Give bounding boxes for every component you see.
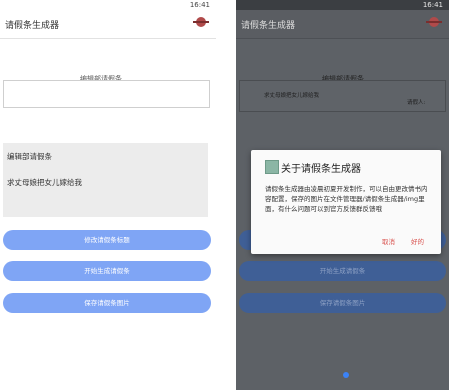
preview-line: 求丈母娘把女儿嫁给我 [264,93,320,99]
cancel-button[interactable]: 取消 [382,236,395,246]
status-bar: 16:41 [0,0,216,10]
title-input[interactable] [3,80,210,108]
dialog-title: 关于请假条生成器 [281,164,361,175]
bug-icon[interactable] [193,17,209,27]
preview-signature: 请假人: [407,100,426,106]
preview-card: 编辑部请假条 求丈母娘把女儿嫁给我 [3,143,208,217]
status-time: 16:41 [422,1,443,9]
app-title: 请假条生成器 [5,21,60,31]
app-bar: 请假条生成器 [236,10,449,39]
ok-button[interactable]: 好的 [411,236,424,246]
modify-title-button[interactable]: 修改请假条标题 [3,230,211,250]
about-dialog: 关于请假条生成器 请假条生成器由凌晨初夏开发制作，可以自由更改情书内容配置，保存… [251,150,441,254]
dialog-message: 请假条生成器由凌晨初夏开发制作，可以自由更改情书内容配置，保存的图片在文件管理器… [265,185,428,213]
generate-button[interactable]: 开始生成请假条 [3,261,211,281]
bug-icon[interactable] [426,17,442,27]
left-screen: 16:41 请假条生成器 编辑部请假条 编辑部请假条 求丈母娘把女儿嫁给我 修改… [0,0,216,390]
save-image-button[interactable]: 保存请假条图片 [239,293,446,313]
generate-button[interactable]: 开始生成请假条 [239,261,446,281]
preview-input: 求丈母娘把女儿嫁给我 请假人: [239,80,446,112]
preview-body: 求丈母娘把女儿嫁给我 [7,178,82,187]
status-time: 16:41 [189,1,210,9]
app-icon [265,160,279,174]
save-image-button[interactable]: 保存请假条图片 [3,293,211,313]
status-bar: 16:41 [236,0,449,10]
preview-title: 编辑部请假条 [7,152,52,161]
app-bar: 请假条生成器 [0,10,216,39]
app-title: 请假条生成器 [241,21,296,31]
page-indicator-dot [343,372,349,378]
